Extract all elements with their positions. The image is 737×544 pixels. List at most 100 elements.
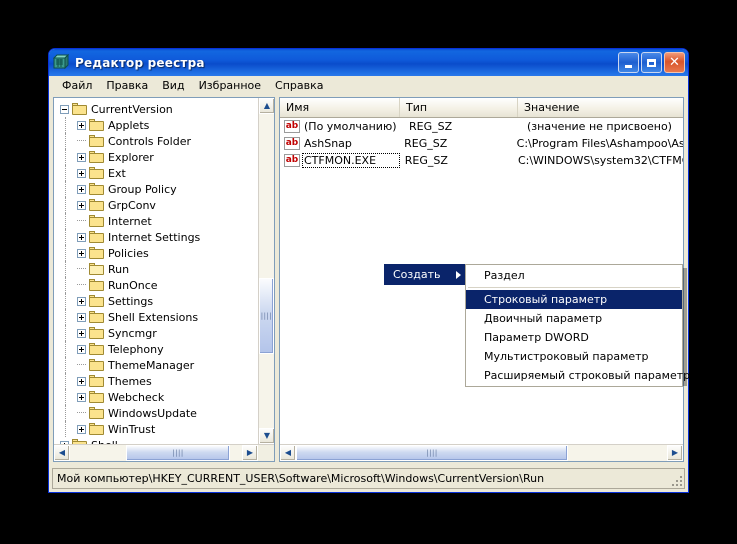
cell-value-name[interactable]: CTFMON.EXE (302, 153, 400, 168)
expand-icon[interactable] (77, 296, 86, 306)
menu-item-help[interactable]: Справка (268, 77, 330, 94)
tree-guide-line (65, 197, 67, 213)
expand-icon[interactable] (77, 312, 86, 322)
submenu-item[interactable]: Расширяемый строковый параметр (466, 366, 690, 385)
tree-item[interactable]: Shell (60, 437, 258, 444)
tree-connector (77, 364, 86, 366)
table-row[interactable]: ab (По умолчанию) REG_SZ (значение не присв… (280, 118, 683, 135)
context-menu-item-new[interactable]: Создать (384, 264, 466, 285)
column-header-type[interactable]: Тип (400, 98, 518, 117)
table-row[interactable]: ab CTFMON.EXE REG_SZ C:\WINDOWS\system32\CT… (280, 152, 683, 169)
tree-item[interactable]: Themes (60, 373, 258, 389)
tree-item[interactable]: Internet (60, 213, 258, 229)
tree-scroll-down-button[interactable]: ▼ (259, 428, 274, 444)
list-scroll-left-button[interactable]: ◀ (280, 445, 296, 461)
expand-icon[interactable] (77, 152, 86, 162)
submenu-item[interactable]: Параметр DWORD (466, 328, 682, 347)
tree-item[interactable]: RunOnce (60, 277, 258, 293)
tree-item[interactable]: Group Policy (60, 181, 258, 197)
expand-icon[interactable] (77, 120, 86, 130)
expand-icon[interactable] (77, 248, 86, 258)
menu-item-edit[interactable]: Правка (99, 77, 155, 94)
title-bar[interactable]: Редактор реестра ✕ (49, 49, 688, 76)
tree-vscroll-track[interactable]: |||| (259, 114, 274, 428)
tree-item[interactable]: ThemeManager (60, 357, 258, 373)
tree-scroll-left-button[interactable]: ◀ (54, 445, 70, 461)
cell-value-name[interactable]: (По умолчанию) (303, 120, 403, 133)
tree-guide-line (65, 405, 67, 421)
list-hscroll-track[interactable]: |||| (296, 445, 667, 461)
expand-icon[interactable] (77, 200, 86, 210)
submenu-item[interactable]: Строковый параметр (466, 290, 682, 309)
tree-item-label: Run (108, 262, 130, 276)
minimize-button[interactable] (618, 52, 639, 73)
expand-icon[interactable] (77, 424, 86, 434)
expand-icon[interactable] (77, 328, 86, 338)
tree-hscroll-track[interactable]: |||| (70, 445, 242, 461)
tree-item[interactable]: Explorer (60, 149, 258, 165)
submenu-item[interactable]: Раздел (466, 266, 682, 285)
tree-item-label: Internet Settings (108, 230, 201, 244)
tree-hscroll-thumb[interactable]: |||| (126, 445, 230, 461)
expand-icon[interactable] (77, 184, 86, 194)
tree-item-label: WindowsUpdate (108, 406, 197, 420)
tree-vertical-scrollbar[interactable]: ▲ |||| ▼ (258, 98, 274, 444)
tree-item[interactable]: GrpConv (60, 197, 258, 213)
expand-icon[interactable] (77, 376, 86, 386)
expand-icon[interactable] (77, 168, 86, 178)
resize-grip[interactable] (670, 474, 682, 486)
tree-horizontal-scrollbar[interactable]: ◀ |||| ▶ (54, 444, 274, 461)
tree-item-label: Webcheck (108, 390, 165, 404)
tree-item[interactable]: Ext (60, 165, 258, 181)
submenu-item[interactable]: Мультистроковый параметр (466, 347, 682, 366)
tree-vscroll-thumb[interactable]: |||| (259, 278, 274, 354)
tree-item[interactable]: Webcheck (60, 389, 258, 405)
expand-icon[interactable] (77, 392, 86, 402)
tree-item-label: Internet (108, 214, 152, 228)
string-value-icon: ab (284, 154, 300, 167)
tree-guide-line (65, 421, 67, 437)
tree-item[interactable]: WindowsUpdate (60, 405, 258, 421)
folder-icon (89, 246, 105, 260)
window-title: Редактор реестра (75, 55, 205, 70)
list-hscroll-thumb[interactable]: |||| (296, 445, 568, 461)
tree-guide-line (65, 293, 67, 309)
tree-guide-line (65, 341, 67, 357)
tree-item[interactable]: Run (60, 261, 258, 277)
column-header-name[interactable]: Имя (280, 98, 400, 117)
folder-icon (89, 406, 105, 420)
table-row[interactable]: ab AshSnap REG_SZ C:\Program Files\Ashampoo… (280, 135, 683, 152)
scroll-thumb-grip: |||| (260, 311, 273, 320)
tree-guide-line (65, 357, 67, 373)
tree-item[interactable]: Internet Settings (60, 229, 258, 245)
collapse-icon[interactable] (60, 104, 69, 114)
cell-value-name[interactable]: AshSnap (303, 137, 398, 150)
maximize-button[interactable] (641, 52, 662, 73)
tree-item[interactable]: Applets (60, 117, 258, 133)
menu-item-favorites[interactable]: Избранное (192, 77, 268, 94)
tree-item[interactable]: CurrentVersion (60, 101, 258, 117)
submenu-item[interactable]: Двоичный параметр (466, 309, 682, 328)
tree-item[interactable]: Syncmgr (60, 325, 258, 341)
menu-item-view[interactable]: Вид (155, 77, 191, 94)
registry-tree[interactable]: CurrentVersion Applets Controls Folder Expl… (54, 98, 258, 444)
expand-icon[interactable] (77, 344, 86, 354)
folder-icon (89, 262, 105, 276)
tree-item[interactable]: Policies (60, 245, 258, 261)
tree-item[interactable]: Settings (60, 293, 258, 309)
expand-icon[interactable] (77, 232, 86, 242)
menu-item-file[interactable]: Файл (55, 77, 99, 94)
list-horizontal-scrollbar[interactable]: ◀ |||| ▶ (280, 444, 683, 461)
column-header-value[interactable]: Значение (518, 98, 683, 117)
tree-item-label: Applets (108, 118, 150, 132)
tree-item[interactable]: Telephony (60, 341, 258, 357)
tree-item[interactable]: Controls Folder (60, 133, 258, 149)
list-scroll-right-button[interactable]: ▶ (667, 445, 683, 461)
close-button[interactable]: ✕ (664, 52, 685, 73)
tree-item[interactable]: Shell Extensions (60, 309, 258, 325)
new-submenu[interactable]: Раздел Строковый параметр Двоичный парамет… (465, 264, 690, 387)
tree-connector (77, 220, 86, 222)
tree-item[interactable]: WinTrust (60, 421, 258, 437)
tree-scroll-up-button[interactable]: ▲ (259, 98, 274, 114)
tree-scroll-right-button[interactable]: ▶ (242, 445, 258, 461)
